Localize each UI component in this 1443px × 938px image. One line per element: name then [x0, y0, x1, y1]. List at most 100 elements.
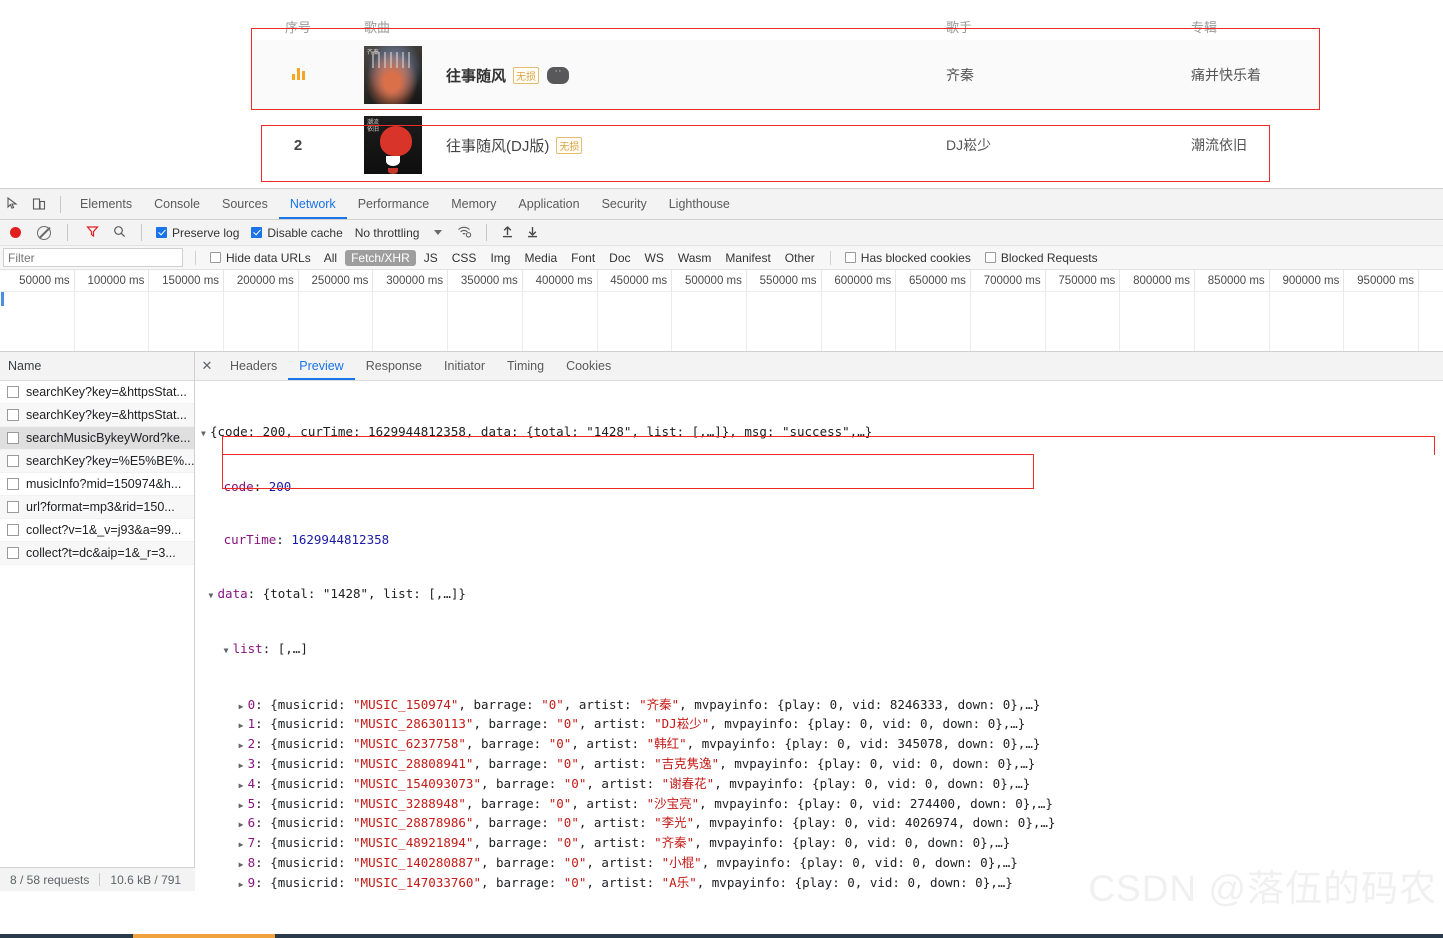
filter-type-js[interactable]: JS: [418, 250, 444, 266]
json-list-item-row[interactable]: 2: {musicrid: "MUSIC_6237758", barrage: …: [201, 735, 1443, 755]
disclosure-triangle-icon[interactable]: [224, 640, 233, 660]
list-item[interactable]: searchKey?key=%E5%BE%...: [0, 450, 194, 473]
checkbox-icon[interactable]: [7, 547, 19, 559]
json-list-item-row[interactable]: 9: {musicrid: "MUSIC_147033760", barrage…: [201, 874, 1443, 891]
checkbox-icon[interactable]: [251, 227, 262, 238]
checkbox-icon[interactable]: [7, 478, 19, 490]
checkbox-icon[interactable]: [7, 501, 19, 513]
tab-sources[interactable]: Sources: [211, 189, 279, 219]
disclosure-triangle-icon[interactable]: [239, 696, 248, 716]
song-title[interactable]: 往事随风: [446, 65, 506, 86]
has-blocked-cookies-toggle[interactable]: Has blocked cookies: [845, 251, 971, 265]
hide-data-urls-toggle[interactable]: Hide data URLs: [210, 251, 311, 265]
device-toolbar-icon[interactable]: [26, 191, 52, 217]
filter-type-all[interactable]: All: [318, 250, 343, 266]
artist-cell[interactable]: DJ崧少: [906, 135, 1136, 155]
filter-type-ws[interactable]: WS: [639, 250, 670, 266]
disclosure-triangle-icon[interactable]: [239, 735, 248, 755]
tab-performance[interactable]: Performance: [347, 189, 441, 219]
filter-type-wasm[interactable]: Wasm: [672, 250, 718, 266]
tab-application[interactable]: Application: [507, 189, 590, 219]
list-item[interactable]: musicInfo?mid=150974&h...: [0, 473, 194, 496]
filter-type-img[interactable]: Img: [484, 250, 516, 266]
checkbox-icon[interactable]: [7, 524, 19, 536]
tab-network[interactable]: Network: [279, 189, 347, 219]
artist-cell[interactable]: 齐秦: [906, 65, 1136, 85]
json-list-item-row[interactable]: 8: {musicrid: "MUSIC_140280887", barrage…: [201, 854, 1443, 874]
list-item[interactable]: url?format=mp3&rid=150...: [0, 496, 194, 519]
checkbox-icon[interactable]: [156, 227, 167, 238]
list-item[interactable]: searchKey?key=&httpsStat...: [0, 381, 194, 404]
json-list-item-row[interactable]: 3: {musicrid: "MUSIC_28808941", barrage:…: [201, 755, 1443, 775]
json-list-item-row[interactable]: 0: {musicrid: "MUSIC_150974", barrage: "…: [201, 696, 1443, 716]
network-overview-timeline[interactable]: 50000 ms 100000 ms 150000 ms 200000 ms 2…: [0, 270, 1443, 352]
disclosure-triangle-icon[interactable]: [201, 423, 210, 443]
json-list-item-row[interactable]: 5: {musicrid: "MUSIC_3288948", barrage: …: [201, 795, 1443, 815]
checkbox-icon[interactable]: [985, 252, 996, 263]
tab-timing[interactable]: Timing: [496, 352, 555, 380]
throttling-select[interactable]: No throttling: [355, 226, 420, 240]
inspect-element-icon[interactable]: [0, 191, 26, 217]
json-list-item-row[interactable]: 7: {musicrid: "MUSIC_48921894", barrage:…: [201, 834, 1443, 854]
list-item-selected[interactable]: searchMusicBykeyWord?ke...: [0, 427, 194, 450]
filter-type-doc[interactable]: Doc: [603, 250, 636, 266]
list-item[interactable]: searchKey?key=&httpsStat...: [0, 404, 194, 427]
filter-type-other[interactable]: Other: [779, 250, 821, 266]
list-item[interactable]: collect?t=dc&aip=1&_r=3...: [0, 542, 194, 565]
json-root-row[interactable]: {code: 200, curTime: 1629944812358, data…: [201, 423, 1443, 443]
disable-cache-toggle[interactable]: Disable cache: [251, 226, 342, 240]
filter-type-css[interactable]: CSS: [446, 250, 483, 266]
filter-type-manifest[interactable]: Manifest: [719, 250, 776, 266]
filter-type-fetch-xhr[interactable]: Fetch/XHR: [345, 250, 416, 266]
checkbox-icon[interactable]: [7, 409, 19, 421]
disclosure-triangle-icon[interactable]: [239, 715, 248, 735]
table-row[interactable]: 2 潮流依旧 往事随风(DJ版) 无损 DJ崧少 潮流依旧: [250, 110, 1320, 180]
tab-headers[interactable]: Headers: [219, 352, 288, 380]
filter-icon[interactable]: [86, 225, 99, 241]
album-cell[interactable]: 痛并快乐着: [1136, 65, 1320, 85]
checkbox-icon[interactable]: [7, 386, 19, 398]
json-list-item-row[interactable]: 4: {musicrid: "MUSIC_154093073", barrage…: [201, 775, 1443, 795]
checkbox-icon[interactable]: [210, 252, 221, 263]
import-har-icon[interactable]: [501, 225, 514, 241]
json-list-item-row[interactable]: 6: {musicrid: "MUSIC_28878986", barrage:…: [201, 814, 1443, 834]
disclosure-triangle-icon[interactable]: [239, 854, 248, 874]
clear-icon[interactable]: [37, 226, 51, 240]
export-har-icon[interactable]: [526, 225, 539, 241]
song-title[interactable]: 往事随风(DJ版): [446, 135, 549, 156]
tab-security[interactable]: Security: [591, 189, 658, 219]
disclosure-triangle-icon[interactable]: [239, 775, 248, 795]
chevron-down-icon[interactable]: [434, 230, 442, 235]
json-row-data[interactable]: data: {total: "1428", list: [,…]}: [201, 585, 1443, 605]
disclosure-triangle-icon[interactable]: [239, 755, 248, 775]
filter-input[interactable]: [3, 248, 183, 267]
album-cell[interactable]: 潮流依旧: [1136, 135, 1320, 155]
requests-column-header-name[interactable]: Name: [0, 352, 194, 381]
disclosure-triangle-icon[interactable]: [239, 814, 248, 834]
json-row-list[interactable]: list: [,…]: [201, 640, 1443, 660]
disclosure-triangle-icon[interactable]: [239, 795, 248, 815]
blocked-requests-toggle[interactable]: Blocked Requests: [985, 251, 1098, 265]
close-icon[interactable]: ✕: [195, 358, 219, 374]
tab-elements[interactable]: Elements: [69, 189, 143, 219]
network-conditions-icon[interactable]: [457, 225, 472, 241]
filter-type-media[interactable]: Media: [518, 250, 563, 266]
tab-response[interactable]: Response: [355, 352, 433, 380]
record-icon[interactable]: [10, 227, 21, 238]
disclosure-triangle-icon[interactable]: [209, 585, 218, 605]
tab-preview[interactable]: Preview: [288, 352, 354, 380]
tab-lighthouse[interactable]: Lighthouse: [658, 189, 741, 219]
json-list-item-row[interactable]: 1: {musicrid: "MUSIC_28630113", barrage:…: [201, 715, 1443, 735]
disclosure-triangle-icon[interactable]: [239, 874, 248, 891]
disclosure-triangle-icon[interactable]: [239, 834, 248, 854]
tab-memory[interactable]: Memory: [440, 189, 507, 219]
preserve-log-toggle[interactable]: Preserve log: [156, 226, 239, 240]
list-item[interactable]: collect?v=1&_v=j93&a=99...: [0, 519, 194, 542]
json-preview-tree[interactable]: {code: 200, curTime: 1629944812358, data…: [195, 381, 1443, 891]
table-row[interactable]: 齐秦 往事随风 无损 齐秦 痛并快乐着: [250, 40, 1320, 110]
checkbox-icon[interactable]: [7, 455, 19, 467]
tab-cookies[interactable]: Cookies: [555, 352, 622, 380]
tab-console[interactable]: Console: [143, 189, 211, 219]
filter-type-font[interactable]: Font: [565, 250, 601, 266]
search-icon[interactable]: [113, 225, 126, 241]
